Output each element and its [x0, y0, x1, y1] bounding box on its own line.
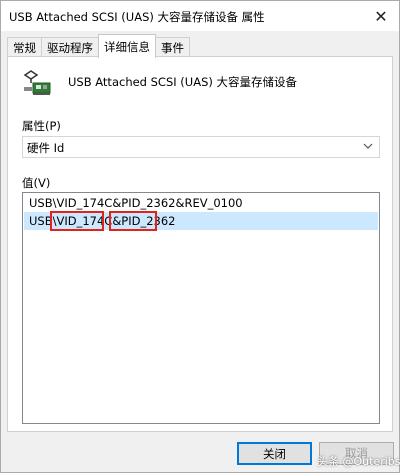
title-bar: USB Attached SCSI (UAS) 大容量存储设备 属性 ✕: [1, 1, 399, 31]
properties-dialog: USB Attached SCSI (UAS) 大容量存储设备 属性 ✕ 常规 …: [0, 0, 400, 473]
close-dialog-button[interactable]: 关闭: [237, 442, 312, 465]
watermark: 头条 @Outeribs: [317, 455, 400, 468]
details-panel: USB Attached SCSI (UAS) 大容量存储设备 属性(P) 硬件…: [7, 56, 393, 432]
list-item-selected[interactable]: USB\VID_174C&PID_2362: [24, 212, 378, 230]
tab-events[interactable]: 事件: [155, 37, 190, 58]
window-title: USB Attached SCSI (UAS) 大容量存储设备 属性: [9, 10, 265, 24]
value-label: 值(V): [22, 176, 51, 190]
value-listbox[interactable]: USB\VID_174C&PID_2362&REV_0100 USB\VID_1…: [22, 192, 380, 424]
usb-storage-device-icon: [23, 70, 51, 95]
property-label: 属性(P): [22, 119, 61, 133]
property-selected-value: 硬件 Id: [27, 141, 65, 155]
tab-details[interactable]: 详细信息: [98, 34, 156, 58]
close-button[interactable]: ✕: [363, 1, 399, 31]
property-select[interactable]: 硬件 Id: [22, 136, 380, 158]
tab-general[interactable]: 常规: [7, 37, 42, 58]
list-item[interactable]: USB\VID_174C&PID_2362&REV_0100: [24, 194, 378, 212]
device-name: USB Attached SCSI (UAS) 大容量存储设备: [68, 75, 298, 89]
tab-bar: 常规 驱动程序 详细信息 事件: [7, 34, 190, 58]
tab-driver[interactable]: 驱动程序: [41, 37, 99, 58]
chevron-down-icon: [363, 143, 373, 149]
